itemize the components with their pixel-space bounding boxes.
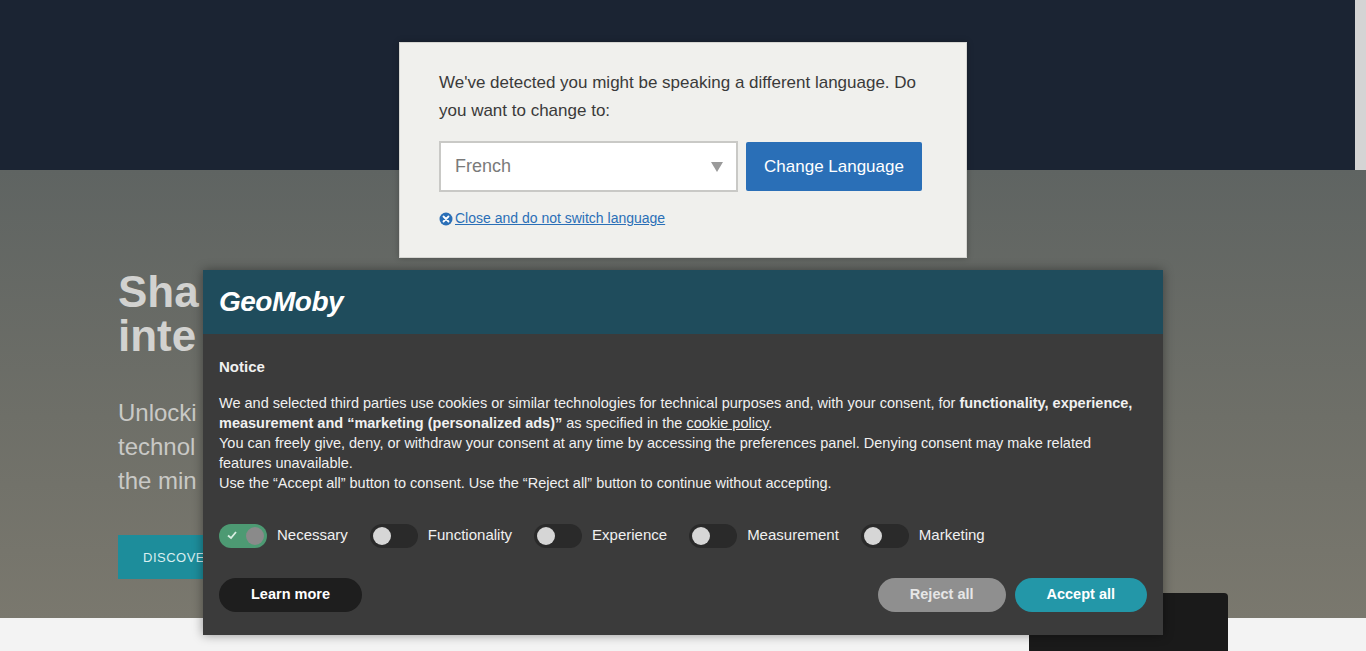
language-popup: We've detected you might be speaking a d… [399,42,967,258]
close-circle-icon[interactable] [439,212,453,226]
consent-toggle[interactable]: Measurement [689,524,839,548]
notice-paragraph: Use the “Accept all” button to consent. … [219,473,1147,493]
language-select[interactable]: French [439,141,738,192]
toggle-label: Necessary [277,524,348,547]
notice-heading: Notice [219,356,1147,379]
banner-body: Notice We and selected third parties use … [203,334,1163,632]
notice-paragraph: You can freely give, deny, or withdraw y… [219,433,1147,473]
toggle-knob [692,527,710,545]
banner-header: GeoMoby [203,270,1163,334]
notice-paragraph: We and selected third parties use cookie… [219,393,1147,433]
toggle-switch[interactable] [861,524,909,548]
toggle-knob [537,527,555,545]
dropdown-arrow-icon [711,162,723,172]
toggle-switch[interactable] [370,524,418,548]
change-language-button[interactable]: Change Language [746,142,922,191]
consent-toggle[interactable]: Functionality [370,524,512,548]
language-row: French Change Language [439,141,927,192]
close-link[interactable]: Close and do not switch language [439,208,927,229]
close-link-text[interactable]: Close and do not switch language [455,208,665,229]
reject-button[interactable]: Reject all [878,578,1006,612]
geomoby-logo: GeoMoby [219,282,1147,322]
toggle-knob [864,527,882,545]
cookie-banner: GeoMoby Notice We and selected third parti… [203,270,1163,635]
learn-button[interactable]: Learn more [219,578,362,612]
toggle-label: Measurement [747,524,839,547]
text-segment: We and selected third parties use cookie… [219,395,959,411]
text-segment: . [768,415,772,431]
toggle-switch[interactable] [219,524,267,548]
banner-buttons: Learn more Reject all Accept all [219,578,1147,612]
toggle-label: Functionality [428,524,512,547]
toggle-knob [373,527,391,545]
consent-toggle[interactable]: Necessary [219,524,348,548]
toggle-label: Experience [592,524,667,547]
consent-toggles: Necessary Functionality Experience Measurem… [219,524,1147,548]
toggle-switch[interactable] [689,524,737,548]
scrollbar-thumb[interactable] [1355,0,1366,170]
accept-button[interactable]: Accept all [1015,578,1148,612]
toggle-label: Marketing [919,524,985,547]
consent-toggle[interactable]: Marketing [861,524,985,548]
notice-text: We and selected third parties use cookie… [219,393,1147,493]
check-icon [226,529,238,541]
cookie-policy-link[interactable]: cookie policy [686,415,768,431]
text-segment: as specified in the [562,415,686,431]
language-select-value: French [455,156,511,176]
toggle-switch[interactable] [534,524,582,548]
language-message: We've detected you might be speaking a d… [439,69,927,125]
consent-toggle[interactable]: Experience [534,524,667,548]
toggle-knob [246,527,264,545]
